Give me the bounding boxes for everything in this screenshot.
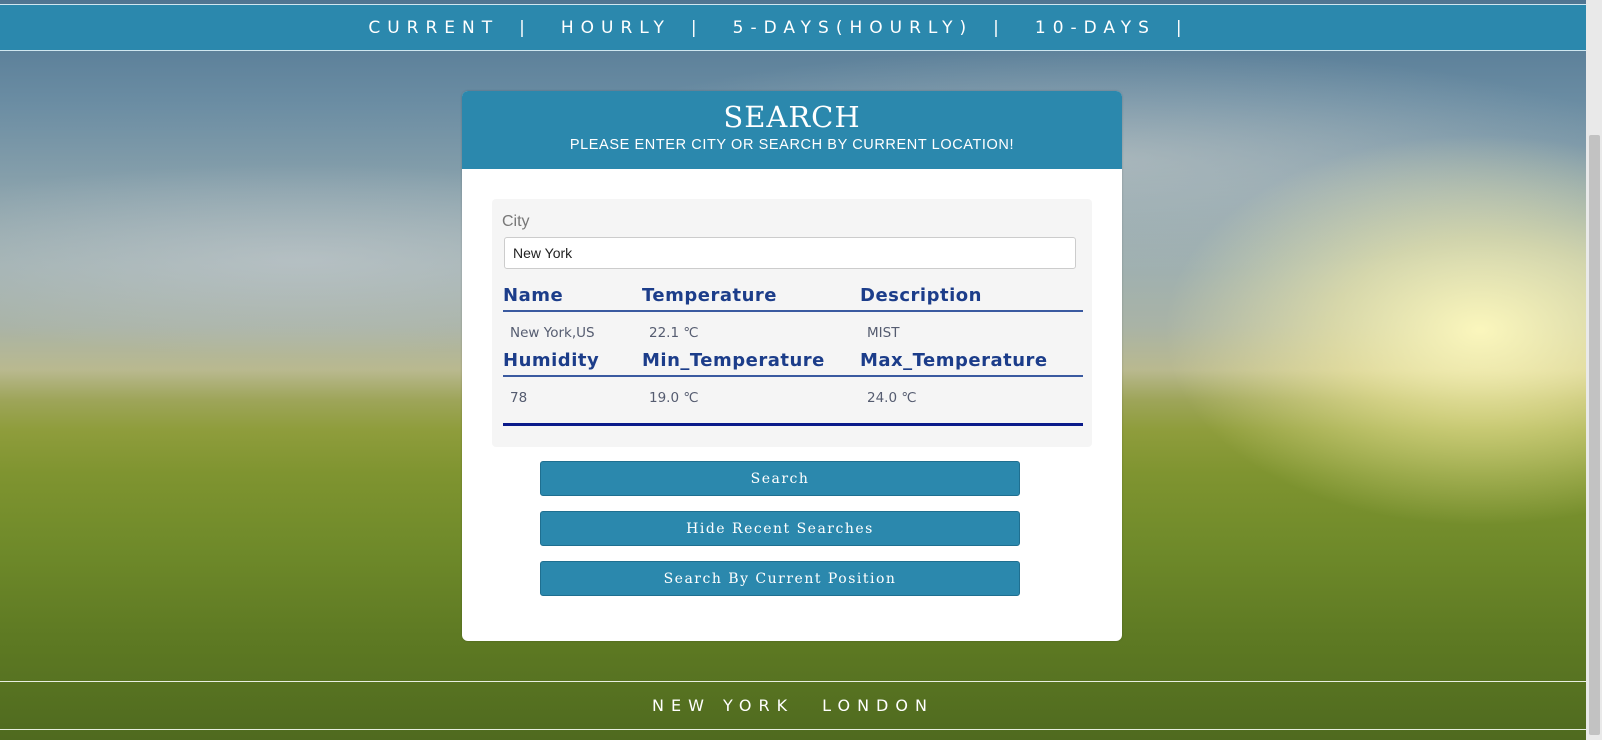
column-header-description: Description <box>860 285 982 306</box>
search-form: City Name Temperature Description New Yo… <box>492 199 1092 447</box>
city-label: City <box>502 213 530 230</box>
nav-hourly[interactable]: HOURLY <box>561 18 671 38</box>
nav-separator: | <box>519 17 525 38</box>
hide-recent-searches-button[interactable]: Hide Recent Searches <box>540 511 1020 546</box>
card-title: SEARCH <box>723 100 861 134</box>
search-by-current-position-button[interactable]: Search By Current Position <box>540 561 1020 596</box>
value-humidity: 78 <box>510 390 528 406</box>
value-name: New York,US <box>510 325 595 341</box>
card-subtitle: PLEASE ENTER CITY OR SEARCH BY CURRENT L… <box>569 137 1015 153</box>
nav-5-days-hourly[interactable]: 5-DAYS(HOURLY) <box>733 18 974 38</box>
results-bottom-rule <box>503 423 1083 426</box>
search-card-header: SEARCH PLEASE ENTER CITY OR SEARCH BY CU… <box>462 91 1122 169</box>
column-header-temperature: Temperature <box>642 285 777 306</box>
search-card: SEARCH PLEASE ENTER CITY OR SEARCH BY CU… <box>462 91 1122 641</box>
column-header-name: Name <box>503 285 564 306</box>
column-header-humidity: Humidity <box>503 350 600 371</box>
value-temperature: 22.1 ℃ <box>649 325 699 341</box>
column-header-min-temperature: Min_Temperature <box>642 350 825 371</box>
nav-separator: | <box>690 17 697 38</box>
recent-searches-footer: NEW YORK LONDON <box>0 681 1586 730</box>
header-divider <box>503 375 1083 377</box>
nav-10-days[interactable]: 10-DAYS <box>1035 18 1156 38</box>
scrollbar-thumb[interactable] <box>1589 135 1600 735</box>
value-min-temperature: 19.0 ℃ <box>649 390 699 406</box>
nav-current[interactable]: CURRENT <box>368 18 499 38</box>
vertical-scrollbar[interactable] <box>1586 0 1602 740</box>
recent-city-new-york[interactable]: NEW YORK <box>652 696 794 715</box>
nav-separator: | <box>993 17 999 38</box>
column-header-max-temperature: Max_Temperature <box>860 350 1048 371</box>
recent-city-london[interactable]: LONDON <box>822 696 934 715</box>
nav-separator: | <box>1175 17 1182 38</box>
search-button[interactable]: Search <box>540 461 1020 496</box>
top-nav-bar: CURRENT | HOURLY | 5-DAYS(HOURLY) | 10-D… <box>0 4 1586 51</box>
value-description: MIST <box>867 325 900 341</box>
city-input[interactable] <box>504 237 1076 269</box>
value-max-temperature: 24.0 ℃ <box>867 390 917 406</box>
header-divider <box>503 310 1083 312</box>
page-background: CURRENT | HOURLY | 5-DAYS(HOURLY) | 10-D… <box>0 0 1602 740</box>
